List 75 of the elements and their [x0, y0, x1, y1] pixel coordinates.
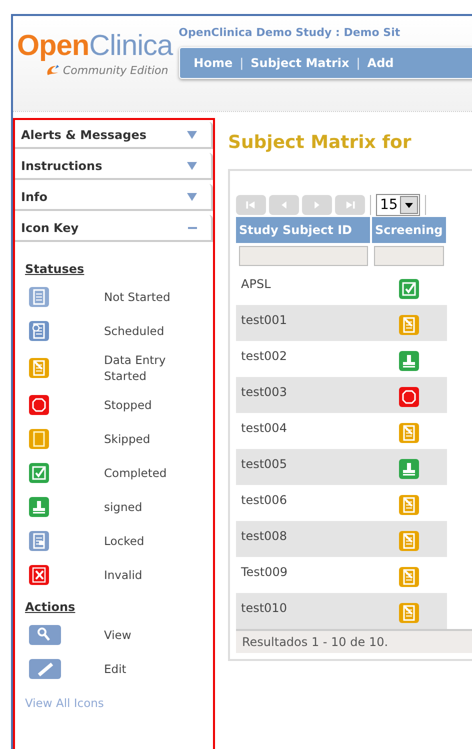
page-size-select[interactable]: 15	[376, 194, 420, 216]
study-name: OpenClinica Demo Study : Demo Sit	[178, 26, 402, 39]
subject-id-cell: APSL	[236, 269, 371, 305]
first-page-icon	[245, 199, 257, 211]
nav-link[interactable]: Add	[367, 56, 394, 70]
subject-id-cell: test002	[236, 341, 371, 377]
stamp-icon	[398, 459, 419, 479]
status-label: Data Entry Started	[104, 352, 167, 384]
pencil-document-icon	[29, 358, 49, 378]
checkbox-icon	[29, 463, 49, 484]
blank-page-icon	[29, 429, 49, 450]
document-icon	[29, 287, 49, 307]
subject-id-cell: test003	[236, 377, 371, 413]
status-label: Completed	[104, 465, 168, 482]
subject-id-cell: test006	[236, 485, 371, 521]
caret-icon	[187, 130, 197, 138]
nav-separator: |	[356, 56, 360, 70]
stamp-icon	[29, 497, 49, 518]
section-heading: Statuses	[25, 262, 84, 276]
next-page-button[interactable]	[302, 195, 332, 215]
previous-page-button[interactable]	[269, 195, 299, 215]
action-label: Edit	[104, 661, 128, 678]
pencil-document-icon	[398, 603, 419, 623]
column-header[interactable]: Screening	[371, 217, 447, 243]
logo-wordmark: OpenClinica	[17, 32, 173, 61]
first-page-button[interactable]	[236, 195, 266, 215]
view-all-icons-link[interactable]: View All Icons	[25, 696, 104, 710]
status-label: Invalid	[104, 567, 144, 584]
sidebar-tab[interactable]: Icon Key	[15, 215, 213, 242]
subject-id-cell: test010	[236, 593, 371, 629]
status-label: signed	[104, 499, 144, 516]
results-footer: Resultados 1 - 10 de 10.	[236, 629, 472, 653]
section-heading: Actions	[25, 600, 76, 614]
subject-id-cell: test005	[236, 449, 371, 485]
pencil-document-icon	[398, 423, 419, 443]
clock-document-icon	[29, 321, 49, 341]
nav-link[interactable]: Home	[194, 56, 233, 70]
stop-icon	[398, 387, 419, 407]
subject-id-cell: test001	[236, 305, 371, 341]
subject-id-cell: test004	[236, 413, 371, 449]
lock-document-icon	[29, 531, 49, 552]
column-header[interactable]: Study Subject ID	[236, 217, 371, 243]
status-label: Scheduled	[104, 322, 166, 340]
subject-id-cell: test008	[236, 521, 371, 557]
magnifier-icon	[29, 625, 61, 646]
status-label: Stopped	[104, 397, 153, 414]
pencil-document-icon	[398, 315, 419, 335]
page-title: Subject Matrix for	[228, 132, 412, 153]
nav-separator: |	[240, 56, 244, 70]
pencil-icon	[29, 659, 61, 680]
sidebar-tab[interactable]: Instructions	[15, 153, 213, 180]
filter-field[interactable]	[374, 246, 444, 266]
action-label: View	[104, 627, 132, 644]
pencil-document-icon	[398, 567, 419, 587]
stamp-icon	[398, 351, 419, 371]
filter-field[interactable]	[239, 246, 368, 266]
subject-id-cell: Test009	[236, 557, 371, 593]
stop-icon	[29, 395, 49, 416]
caret-icon	[187, 192, 197, 200]
checkbox-icon	[398, 279, 419, 299]
status-label: Locked	[104, 533, 146, 550]
status-label: Skipped	[104, 431, 152, 448]
x-document-icon	[29, 565, 49, 586]
nav-link[interactable]: Subject Matrix	[250, 56, 350, 70]
swoosh-icon	[45, 64, 60, 77]
sidebar-tab[interactable]: Alerts & Messages	[15, 122, 213, 149]
status-label: Not Started	[104, 288, 172, 306]
pencil-document-icon	[398, 531, 419, 551]
caret-icon	[187, 162, 197, 170]
pencil-document-icon	[398, 495, 419, 515]
dropdown-arrow-icon	[404, 202, 413, 208]
sidebar-tab[interactable]: Info	[15, 184, 213, 211]
last-page-button[interactable]	[335, 195, 365, 215]
edition-label: Community Edition	[63, 64, 168, 77]
last-page-icon	[344, 199, 356, 211]
